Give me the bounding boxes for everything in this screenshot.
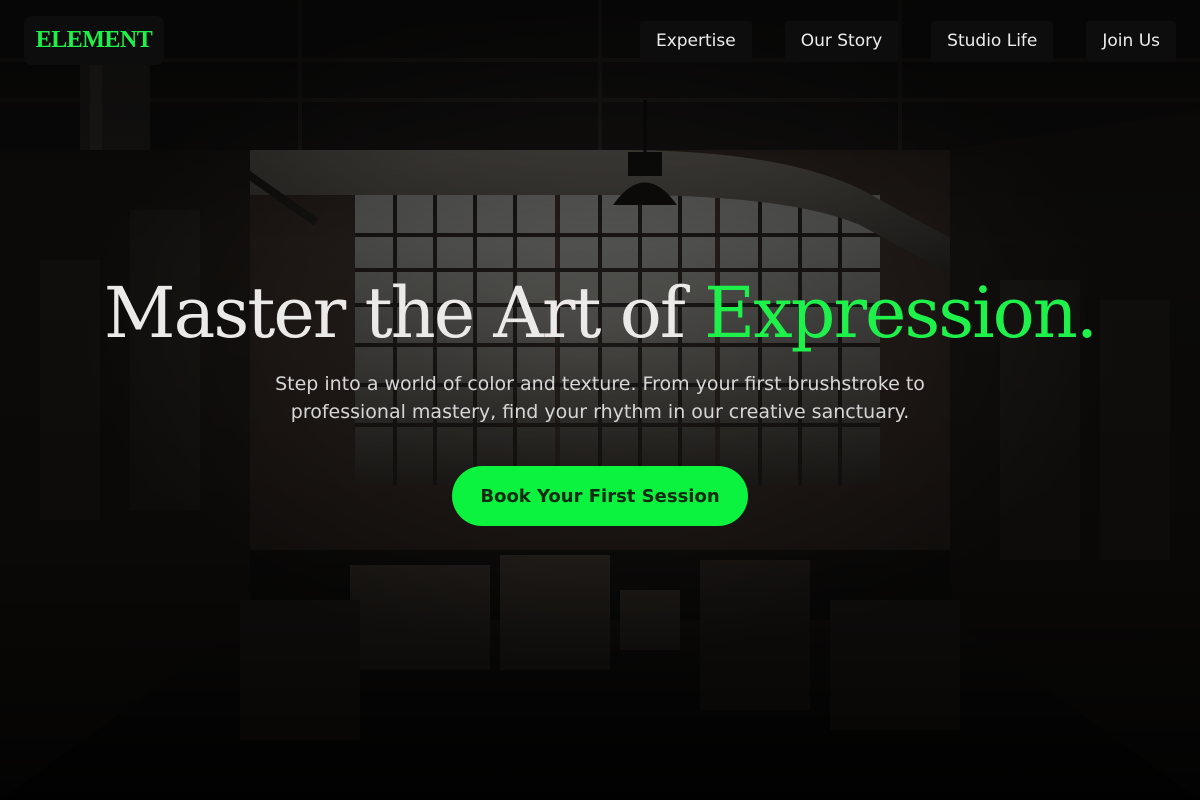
hero-headline-accent: Expression. (704, 272, 1098, 354)
book-session-button[interactable]: Book Your First Session (452, 466, 748, 526)
nav-item-expertise[interactable]: Expertise (639, 21, 752, 61)
hero-headline-main: Master the Art of (103, 272, 705, 354)
nav-item-studio-life[interactable]: Studio Life (931, 21, 1054, 61)
nav-item-our-story[interactable]: Our Story (784, 21, 899, 61)
nav-item-join-us[interactable]: Join Us (1086, 21, 1176, 61)
main-nav: Expertise Our Story Studio Life Join Us (639, 21, 1176, 61)
book-session-button-label: Book Your First Session (480, 485, 720, 507)
hero-headline: Master the Art of Expression. (0, 272, 1200, 354)
brand-logo[interactable]: ELEMENT (24, 16, 164, 65)
brand-logo-text: ELEMENT (35, 27, 153, 53)
hero-subtitle: Step into a world of color and texture. … (275, 373, 925, 423)
